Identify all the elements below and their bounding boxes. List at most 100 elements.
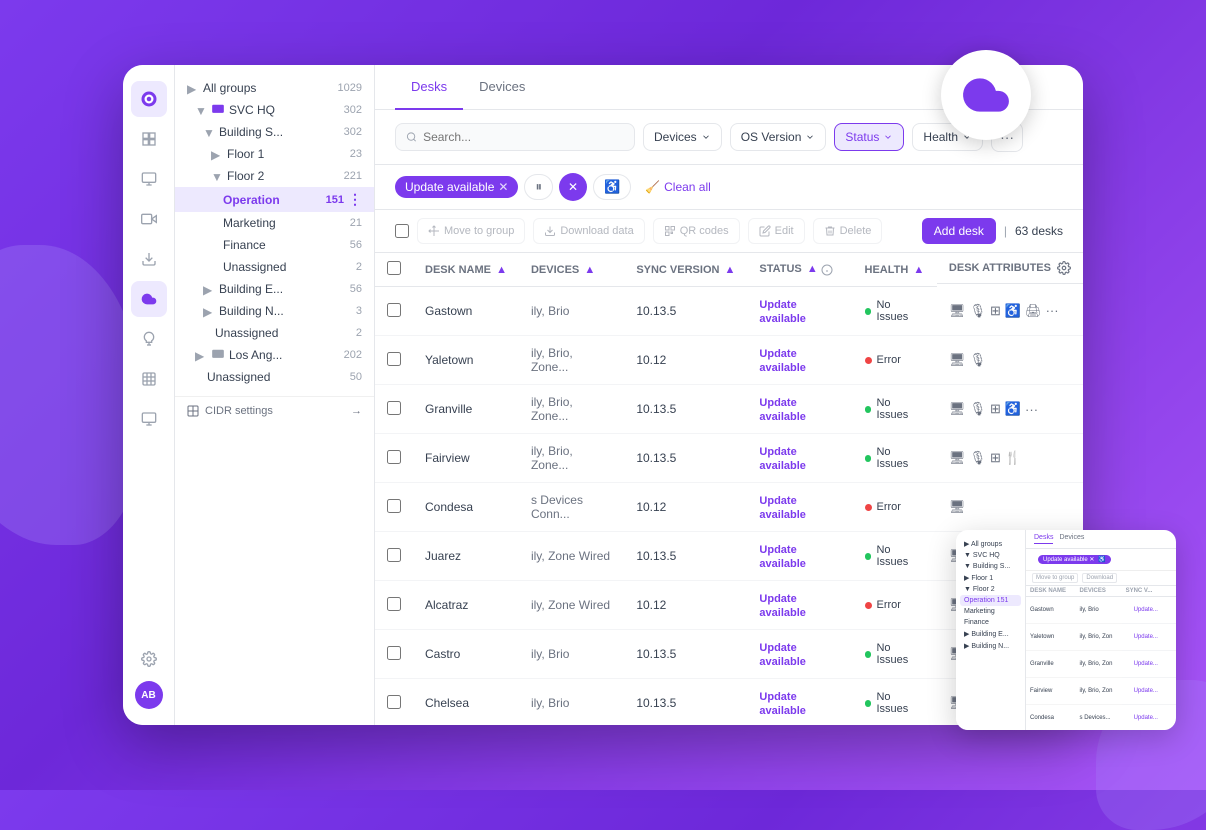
sidebar: ▶ All groups 1029 ▼ SVC HQ 302 ▼ Buildin… — [175, 65, 375, 725]
tab-devices[interactable]: Devices — [463, 65, 541, 110]
sidebar-item-operation[interactable]: Operation 151 ⋮ — [175, 187, 374, 212]
cell-status: Update available — [747, 532, 852, 581]
tab-desks[interactable]: Desks — [395, 65, 463, 110]
chevron-down-icon — [883, 132, 893, 142]
add-desk-button[interactable]: Add desk — [922, 218, 996, 244]
settings-icon[interactable] — [1057, 261, 1071, 275]
sidebar-item-building-s[interactable]: ▼ Building S... 302 — [175, 121, 374, 143]
chip-label: Update available — [405, 180, 494, 194]
search-box[interactable] — [395, 123, 635, 151]
filter-devices[interactable]: Devices — [643, 123, 722, 151]
chip-update-available[interactable]: Update available ✕ — [395, 176, 518, 198]
sidebar-item-finance[interactable]: Finance 56 — [175, 234, 374, 256]
download-icon — [544, 225, 556, 237]
cell-health: No Issues — [853, 532, 937, 581]
cell-devices: ily, Brio — [519, 679, 624, 726]
qr-codes-button[interactable]: QR codes — [653, 218, 740, 244]
cell-devices: ily, Zone Wired — [519, 532, 624, 581]
col-status: STATUS ▲ — [747, 253, 852, 287]
sidebar-item-building-n[interactable]: ▶ Building N... 3 — [175, 300, 374, 322]
sidebar-item-devices[interactable] — [131, 161, 167, 197]
row-checkbox[interactable] — [387, 695, 401, 709]
cell-status: Update available — [747, 385, 852, 434]
chip-accessible[interactable]: ♿ — [593, 174, 631, 200]
sidebar-item-unassigned-floor2[interactable]: Unassigned 2 — [175, 256, 374, 278]
avatar[interactable]: AB — [135, 681, 163, 709]
cell-devices: ily, Brio, Zone... — [519, 385, 624, 434]
info-icon — [821, 264, 833, 276]
sidebar-item-unassigned-svc[interactable]: Unassigned 2 — [175, 322, 374, 344]
clean-all-button[interactable]: 🧹 Clean all — [637, 176, 719, 198]
sidebar-item-cloud[interactable] — [131, 281, 167, 317]
row-checkbox[interactable] — [387, 401, 401, 415]
cell-sync-version: 10.12 — [624, 483, 747, 532]
row-checkbox[interactable] — [387, 499, 401, 513]
row-checkbox[interactable] — [387, 303, 401, 317]
sidebar-item-floor1[interactable]: ▶ Floor 1 23 — [175, 143, 374, 165]
chip-pause[interactable]: ⏸ — [524, 174, 553, 200]
cell-sync-version: 10.12 — [624, 581, 747, 630]
cell-devices: ily, Zone Wired — [519, 581, 624, 630]
trash-icon — [824, 225, 836, 237]
move-to-group-button[interactable]: Move to group — [417, 218, 525, 244]
sidebar-item-download[interactable] — [131, 241, 167, 277]
edit-button[interactable]: Edit — [748, 218, 805, 244]
cell-health: Error — [853, 581, 937, 630]
cell-desk-name: Fairview — [413, 434, 519, 483]
cell-status: Update available — [747, 287, 852, 336]
sidebar-item-layers[interactable] — [131, 121, 167, 157]
cell-health: No Issues — [853, 385, 937, 434]
cell-health: No Issues — [853, 434, 937, 483]
row-checkbox[interactable] — [387, 597, 401, 611]
row-checkbox[interactable] — [387, 646, 401, 660]
filter-status[interactable]: Status — [834, 123, 904, 151]
cell-desk-name: Castro — [413, 630, 519, 679]
cell-desk-name: Chelsea — [413, 679, 519, 726]
chip-x-button[interactable]: ✕ — [559, 173, 587, 201]
sidebar-item-grid[interactable] — [131, 361, 167, 397]
cell-desk-name: Juarez — [413, 532, 519, 581]
add-desk-info: Add desk | 63 desks — [922, 218, 1063, 244]
cell-desk-attributes: 🖥🎙 — [937, 336, 1083, 385]
col-devices: DEVICES ▲ — [519, 253, 624, 287]
row-checkbox[interactable] — [387, 450, 401, 464]
cidr-settings[interactable]: CIDR settings → — [175, 396, 374, 425]
row-checkbox[interactable] — [387, 548, 401, 562]
header-checkbox[interactable] — [387, 261, 401, 275]
filter-os-version[interactable]: OS Version — [730, 123, 827, 151]
sidebar-item-lightbulb[interactable] — [131, 321, 167, 357]
delete-button[interactable]: Delete — [813, 218, 883, 244]
sidebar-item-screen[interactable] — [131, 401, 167, 437]
broom-icon: 🧹 — [645, 180, 660, 194]
col-health: HEALTH ▲ — [853, 253, 937, 287]
sidebar-item-camera[interactable] — [131, 201, 167, 237]
sidebar-item-logo[interactable] — [131, 81, 167, 117]
cell-desk-attributes: 🖥 — [937, 483, 1083, 532]
sidebar-item-building-e[interactable]: ▶ Building E... 56 — [175, 278, 374, 300]
close-icon: ✕ — [568, 180, 578, 194]
cell-desk-name: Condesa — [413, 483, 519, 532]
sidebar-item-all-groups[interactable]: ▶ All groups 1029 — [175, 77, 374, 99]
sidebar-item-settings[interactable] — [131, 641, 167, 677]
download-data-button[interactable]: Download data — [533, 218, 644, 244]
col-desk-name: DESK NAME ▲ — [413, 253, 519, 287]
sidebar-item-marketing[interactable]: Marketing 21 — [175, 212, 374, 234]
sidebar-item-floor2[interactable]: ▼ Floor 2 221 — [175, 165, 374, 187]
mini-preview-card: ▶ All groups ▼ SVC HQ ▼ Building S... ▶ … — [956, 530, 1176, 730]
cell-sync-version: 10.13.5 — [624, 287, 747, 336]
icon-bar: AB — [123, 65, 175, 725]
cell-devices: ily, Brio — [519, 287, 624, 336]
cell-sync-version: 10.12 — [624, 336, 747, 385]
search-input[interactable] — [423, 130, 624, 144]
table-row: Granville ily, Brio, Zone... 10.13.5 Upd… — [375, 385, 1083, 434]
row-checkbox[interactable] — [387, 352, 401, 366]
cell-devices: ily, Brio, Zone... — [519, 434, 624, 483]
select-all-checkbox[interactable] — [395, 224, 409, 238]
pause-icon: ⏸ — [535, 179, 542, 195]
sidebar-item-unassigned-los[interactable]: Unassigned 50 — [175, 366, 374, 388]
sidebar-item-svc-hq[interactable]: ▼ SVC HQ 302 — [175, 99, 374, 121]
sidebar-item-los-ang[interactable]: ▶ Los Ang... 202 — [175, 344, 374, 366]
move-icon — [428, 225, 440, 237]
cell-desk-name: Alcatraz — [413, 581, 519, 630]
chip-close-icon[interactable]: ✕ — [498, 180, 508, 194]
